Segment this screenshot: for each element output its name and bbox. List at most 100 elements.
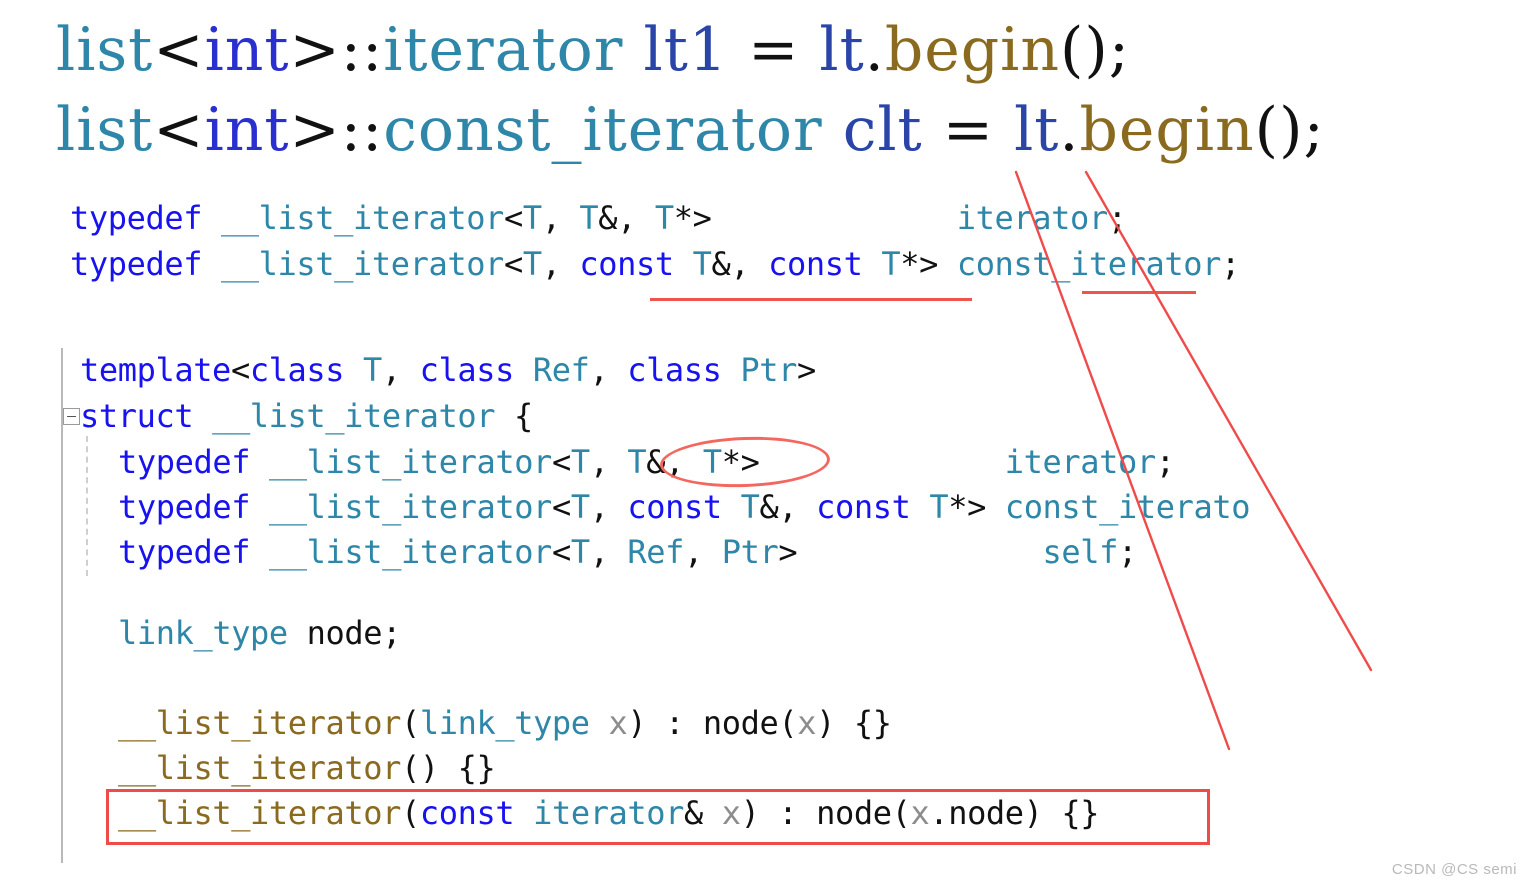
code-token: T — [654, 199, 674, 237]
code-token: () — [1254, 95, 1304, 165]
code-token: clt — [842, 95, 923, 165]
code-line-typedef-const-iterator-outer[interactable]: typedef __list_iterator<T, const T&, con… — [70, 248, 1240, 280]
code-token: ) {} — [816, 704, 892, 742]
code-token: class — [419, 351, 515, 389]
code-line-typedef-iterator-outer[interactable]: typedef __list_iterator<T, T&, T*> itera… — [70, 202, 1127, 234]
code-token: link_type — [419, 704, 590, 742]
code-line-typedef-const-iterator-inner[interactable]: typedef __list_iterator<T, const T&, con… — [118, 491, 1250, 523]
code-token: > — [289, 95, 341, 165]
code-token: const — [579, 245, 674, 283]
code-token: self — [1042, 533, 1119, 571]
code-token: iterator — [383, 15, 624, 85]
annotation-underline-const-params — [650, 298, 972, 301]
screenshot-root: list<int>::iterator lt1 = lt.begin(); li… — [0, 0, 1531, 884]
code-token: struct — [80, 397, 194, 435]
code-token: const — [627, 488, 722, 526]
code-token: Ptr — [721, 533, 779, 571]
code-line-ctor-linktype[interactable]: __list_iterator(link_type x) : node(x) {… — [118, 707, 892, 739]
code-token: T — [363, 351, 382, 389]
code-token: , — [589, 443, 628, 481]
code-line-template[interactable]: template<class T, class Ref, class Ptr> — [80, 354, 816, 386]
code-token: const — [816, 488, 911, 526]
code-token: () {} — [401, 749, 496, 787]
code-token: __list_iterator — [268, 533, 552, 571]
code-token: link_type — [118, 614, 288, 652]
code-token: begin — [884, 15, 1060, 85]
code-token: ; — [382, 614, 402, 652]
code-line-ctor-default[interactable]: __list_iterator() {} — [118, 749, 496, 787]
code-token: ; — [1108, 15, 1131, 85]
code-token: x — [797, 704, 817, 742]
code-token: list — [56, 15, 154, 85]
code-token: , — [541, 245, 580, 283]
code-line-node-member[interactable]: link_type node; — [118, 617, 401, 649]
code-token: < — [551, 533, 571, 571]
code-line-typedef-iterator-inner[interactable]: typedef __list_iterator<T, T&, T*> itera… — [118, 446, 1175, 478]
code-token: < — [551, 488, 571, 526]
declaration-line-const-iterator: list<int>::const_iterator clt = lt.begin… — [56, 100, 1325, 160]
code-token: ; — [1155, 443, 1175, 481]
code-token: typedef — [118, 443, 251, 481]
code-token: __list_iterator — [268, 443, 552, 481]
code-token: node — [306, 614, 383, 652]
code-token: T — [570, 443, 590, 481]
code-token: lt — [819, 15, 865, 85]
code-token: *> — [948, 488, 1005, 526]
fold-collapse-toggle-icon[interactable] — [63, 408, 80, 425]
code-token: begin — [1079, 95, 1255, 165]
code-token: T — [881, 245, 901, 283]
code-token: T — [570, 533, 590, 571]
code-token: < — [153, 95, 205, 165]
code-token: typedef — [118, 533, 251, 571]
code-token: , — [589, 533, 628, 571]
code-token: node — [702, 704, 779, 742]
annotation-box-converting-constructor — [106, 789, 1210, 845]
code-token: __list_iterator — [212, 397, 496, 435]
code-token: :: — [340, 15, 384, 85]
code-token: < — [503, 245, 523, 283]
code-token: __list_iterator — [118, 749, 401, 787]
code-token: Ref — [532, 351, 590, 389]
code-token: ; — [1220, 245, 1240, 283]
indent-guide-dashed — [86, 436, 88, 576]
code-token: *> — [900, 245, 957, 283]
code-token: &, — [598, 199, 655, 237]
code-token: , — [381, 351, 420, 389]
code-token: const_iterator — [383, 95, 823, 165]
code-line-struct[interactable]: struct __list_iterator { — [80, 400, 533, 432]
code-token: iterator — [1004, 443, 1156, 481]
code-token: ; — [1107, 199, 1127, 237]
code-token: Ref — [627, 533, 685, 571]
code-token: ( — [778, 704, 798, 742]
code-token: __list_iterator — [220, 199, 504, 237]
code-token: &, — [759, 488, 817, 526]
code-token: &, — [711, 245, 769, 283]
code-token: < — [230, 351, 250, 389]
code-token: ( — [401, 704, 420, 742]
code-token: . — [1059, 95, 1080, 165]
code-token: , — [589, 488, 628, 526]
code-token: < — [503, 199, 523, 237]
code-token: list — [56, 95, 154, 165]
fold-guide-rail — [61, 348, 63, 863]
code-token: . — [864, 15, 885, 85]
code-token: *> — [673, 199, 712, 237]
code-line-typedef-self[interactable]: typedef __list_iterator<T, Ref, Ptr> sel… — [118, 536, 1137, 568]
declaration-line-iterator: list<int>::iterator lt1 = lt.begin(); — [56, 20, 1130, 80]
